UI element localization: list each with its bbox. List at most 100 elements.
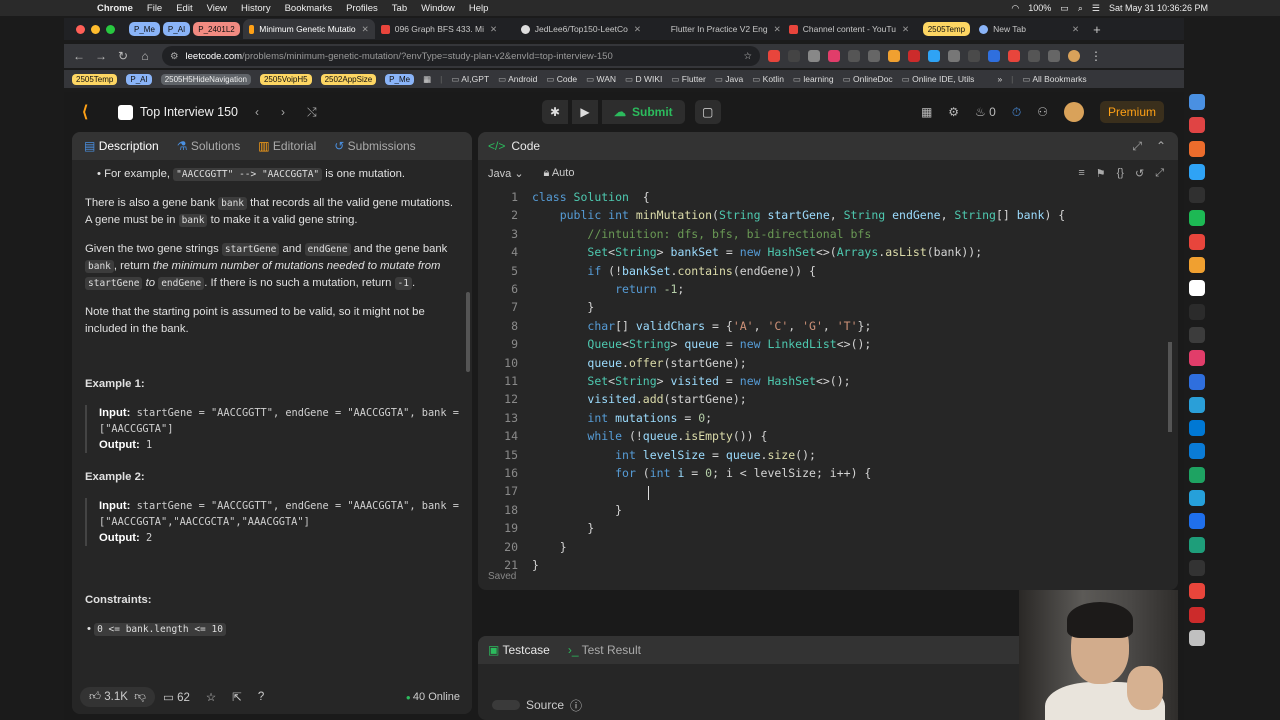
comments-button[interactable]: ▭ 62: [163, 690, 190, 704]
back-icon[interactable]: ←: [68, 49, 90, 63]
dock-app-icon[interactable]: [1189, 280, 1205, 297]
avatar[interactable]: [1063, 102, 1084, 122]
thumbs-down-icon[interactable]: 👎︎: [134, 691, 146, 703]
code-line[interactable]: 18 }: [478, 503, 1168, 521]
dock-app-icon[interactable]: [1189, 583, 1205, 600]
menu-profiles[interactable]: Profiles: [339, 3, 385, 14]
extension-icon[interactable]: [928, 50, 940, 62]
dock-app-icon[interactable]: [1189, 490, 1205, 507]
code-line[interactable]: 20 }: [478, 540, 1168, 558]
code-line[interactable]: 4 Set<String> bankSet = new HashSet<>(Ar…: [478, 245, 1168, 263]
bookmark-folder-d-wiki[interactable]: D WIKI: [625, 74, 662, 85]
close-tab-icon[interactable]: ✕: [362, 24, 369, 35]
code-line[interactable]: 17: [478, 484, 1168, 502]
help-icon[interactable]: ?: [258, 691, 264, 703]
description-scrollbar[interactable]: [466, 292, 470, 372]
forward-icon[interactable]: →: [90, 49, 112, 63]
close-tab-icon[interactable]: ✕: [490, 24, 497, 35]
menu-help[interactable]: Help: [462, 3, 496, 14]
help-icon[interactable]: ⓘ: [570, 697, 582, 714]
dock-app-icon[interactable]: [1189, 513, 1205, 530]
close-tab-icon[interactable]: ✕: [902, 24, 909, 35]
profile-avatar-icon[interactable]: [1068, 50, 1080, 62]
dock-app-icon[interactable]: [1189, 210, 1205, 227]
editor-scrollbar[interactable]: [1168, 342, 1172, 432]
tab-graph-bfs[interactable]: 096 Graph BFS 433. Mi ✕: [375, 19, 515, 39]
dock-app-icon[interactable]: [1189, 443, 1205, 460]
tab-new-tab[interactable]: New Tab ✕: [973, 19, 1085, 39]
dock-app-icon[interactable]: [1189, 606, 1205, 623]
extension-icon[interactable]: [908, 50, 920, 62]
tab-description[interactable]: ▤ Description: [84, 139, 159, 153]
problem-list-title[interactable]: Top Interview 150: [140, 105, 238, 119]
reload-icon[interactable]: ↻: [112, 49, 134, 63]
close-tab-icon[interactable]: ✕: [774, 24, 781, 35]
zoom-window-button[interactable]: [106, 24, 115, 34]
tab-group-p-2401l2[interactable]: P_2401L2: [193, 22, 240, 36]
format-icon[interactable]: ≡: [1078, 167, 1084, 180]
search-icon[interactable]: ⌕: [1078, 3, 1083, 14]
bookmark-folder-ai-gpt[interactable]: AI,GPT: [451, 74, 489, 85]
site-info-icon[interactable]: ⚙: [170, 51, 179, 62]
extension-icon[interactable]: [948, 50, 960, 62]
code-editor[interactable]: 1 class Solution {2 public int minMutatio…: [478, 186, 1178, 572]
shuffle-icon[interactable]: ⤭: [307, 105, 317, 120]
next-problem-icon[interactable]: ›: [281, 105, 285, 119]
dock-app-icon[interactable]: [1189, 163, 1205, 180]
menu-chrome[interactable]: Chrome: [90, 3, 140, 14]
bookmark-folder-flutter[interactable]: Flutter: [671, 74, 706, 85]
more-bookmarks-icon[interactable]: »: [997, 74, 1002, 84]
menu-window[interactable]: Window: [414, 3, 462, 14]
extension-icon[interactable]: [848, 50, 860, 62]
code-line[interactable]: 1 class Solution {: [478, 190, 1168, 208]
clock[interactable]: Sat May 31 10:36:26 PM: [1109, 3, 1208, 13]
code-line[interactable]: 2 public int minMutation(String startGen…: [478, 208, 1168, 226]
code-line[interactable]: 8 char[] validChars = {'A', 'C', 'G', 'T…: [478, 319, 1168, 337]
bookmark-folder-code[interactable]: Code: [546, 74, 577, 85]
code-line[interactable]: 11 Set<String> visited = new HashSet<>()…: [478, 374, 1168, 392]
dock-app-icon[interactable]: [1189, 257, 1205, 274]
code-line[interactable]: 7 }: [478, 300, 1168, 318]
bookmark-folder-onlinedoc[interactable]: OnlineDoc: [843, 74, 893, 85]
bookmark-group-hide-nav[interactable]: 2505H5HideNavigation: [160, 73, 251, 85]
dock-app-icon[interactable]: [1189, 466, 1205, 483]
bookmark-folder-kotlin[interactable]: Kotlin: [752, 74, 784, 85]
extension-icon[interactable]: [768, 50, 780, 62]
tab-editorial[interactable]: ▥ Editorial: [258, 139, 316, 153]
code-line[interactable]: 16 for (int i = 0; i < levelSize; i++) {: [478, 466, 1168, 484]
extension-icon[interactable]: [968, 50, 980, 62]
tab-submissions[interactable]: ↺ Submissions: [334, 139, 415, 153]
chrome-menu-icon[interactable]: ⋮: [1090, 49, 1102, 63]
bookmark-group-voip[interactable]: 2505VoipH5: [259, 73, 312, 85]
extension-icon[interactable]: [988, 50, 1000, 62]
bookmark-group-appsize[interactable]: 2502AppSize: [320, 73, 377, 85]
dock-app-icon[interactable]: [1189, 326, 1205, 343]
close-tab-icon[interactable]: ✕: [1072, 24, 1079, 35]
new-tab-button[interactable]: +: [1093, 22, 1101, 37]
prev-problem-icon[interactable]: ‹: [255, 105, 259, 119]
code-line[interactable]: 5 if (!bankSet.contains(endGene)) {: [478, 264, 1168, 282]
debug-icon[interactable]: ✱: [542, 100, 568, 124]
favorite-star-icon[interactable]: ☆: [206, 690, 216, 704]
dock-app-icon[interactable]: [1189, 140, 1205, 157]
bookmark-icon[interactable]: ⚑: [1096, 167, 1106, 180]
maximize-icon[interactable]: ⤢: [1132, 139, 1142, 154]
dock-app-icon[interactable]: [1189, 94, 1205, 110]
timer-icon[interactable]: ⏱: [1012, 105, 1021, 120]
dock-app-icon[interactable]: [1189, 303, 1205, 320]
menu-bookmarks[interactable]: Bookmarks: [278, 3, 340, 14]
bookmark-group-2505temp[interactable]: 2505Temp: [72, 73, 118, 85]
extension-icon[interactable]: [808, 50, 820, 62]
menu-edit[interactable]: Edit: [169, 3, 199, 14]
source-toggle[interactable]: [492, 700, 520, 710]
apps-grid-icon[interactable]: ▦: [423, 74, 431, 85]
leetcode-logo-icon[interactable]: ⟨: [82, 102, 106, 122]
wifi-icon[interactable]: ◠: [1011, 3, 1019, 14]
dock-app-icon[interactable]: [1189, 420, 1205, 437]
share-icon[interactable]: ⇱: [232, 690, 242, 704]
extension-icon[interactable]: [868, 50, 880, 62]
dock-app-icon[interactable]: [1189, 559, 1205, 576]
code-line[interactable]: 3 //intuition: dfs, bfs, bi-directional …: [478, 227, 1168, 245]
dock-app-icon[interactable]: [1189, 350, 1205, 367]
bookmark-folder-wan[interactable]: WAN: [586, 74, 617, 85]
